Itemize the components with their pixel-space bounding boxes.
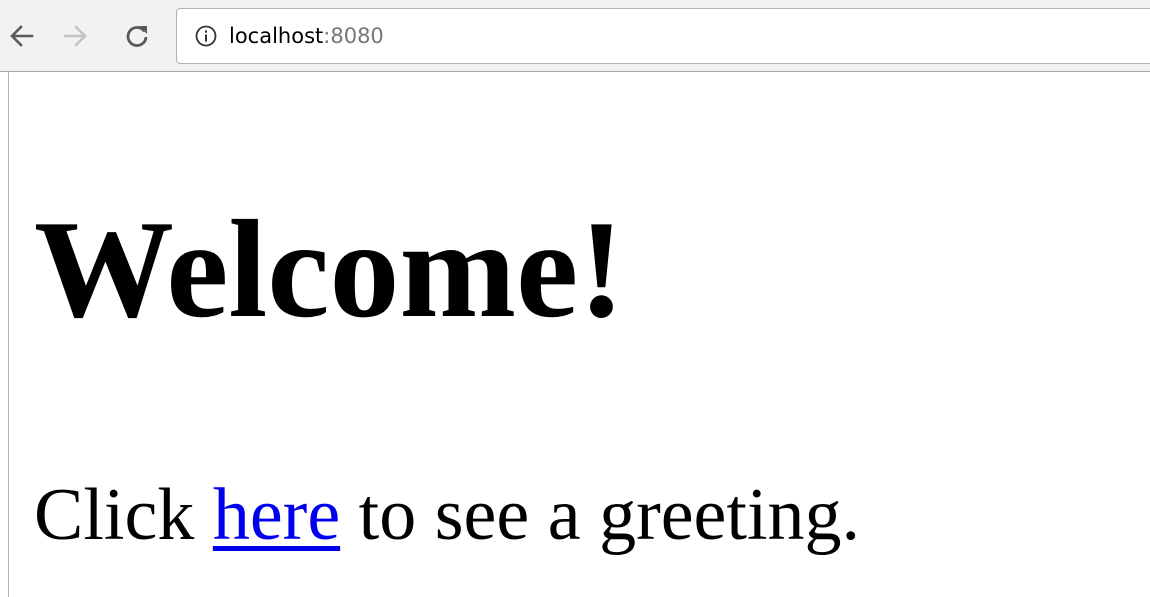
- browser-window: localhost:8080 Welcome! Click here to se…: [0, 0, 1150, 597]
- address-bar[interactable]: localhost:8080: [176, 8, 1150, 64]
- url-port: :8080: [323, 24, 384, 48]
- back-button[interactable]: [6, 20, 38, 52]
- arrow-left-icon: [10, 25, 34, 47]
- paragraph-text-after: to see a greeting.: [340, 474, 861, 556]
- forward-button[interactable]: [59, 20, 91, 52]
- viewport-left-border: [8, 72, 9, 597]
- reload-icon: [126, 26, 148, 47]
- browser-toolbar: localhost:8080: [0, 0, 1150, 72]
- page-heading: Welcome!: [34, 192, 625, 347]
- info-circle-icon[interactable]: [195, 25, 217, 47]
- paragraph-text-before: Click: [34, 474, 213, 556]
- greeting-link[interactable]: here: [213, 474, 340, 556]
- url-text: localhost:8080: [229, 23, 384, 49]
- arrow-right-icon: [63, 25, 87, 47]
- url-host: localhost: [229, 24, 324, 48]
- reload-button[interactable]: [121, 20, 153, 52]
- page-viewport: Welcome! Click here to see a greeting.: [0, 72, 1150, 597]
- greeting-paragraph: Click here to see a greeting.: [34, 472, 860, 558]
